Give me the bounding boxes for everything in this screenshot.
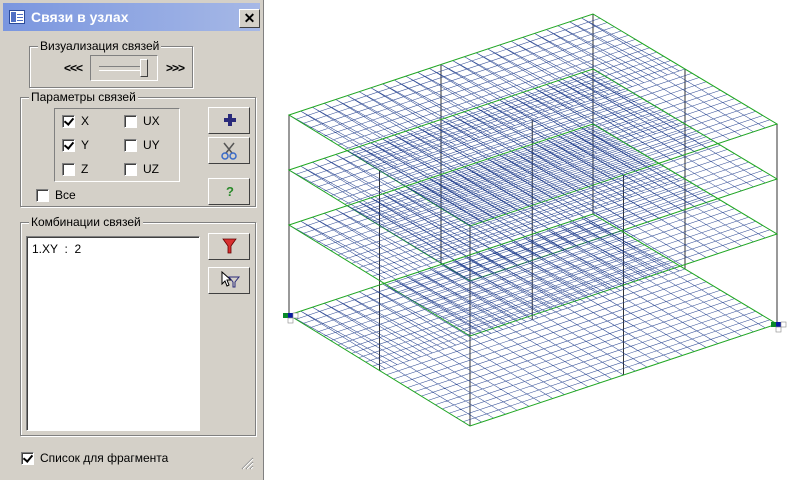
resize-grip-icon[interactable] [240, 456, 254, 470]
checkbox-ux[interactable]: UX [124, 114, 160, 128]
support-marker-left [287, 317, 294, 324]
select-filter-button[interactable] [208, 267, 250, 294]
support-marker-right [771, 322, 776, 327]
plus-icon [224, 114, 236, 126]
checkbox-uz[interactable]: UZ [124, 162, 159, 176]
filter-icon [222, 238, 237, 254]
window-title: Связи в узлах [31, 9, 129, 25]
add-bond-button[interactable] [208, 107, 250, 134]
checkbox-uz-box[interactable] [124, 162, 137, 176]
cursor-filter-icon [221, 270, 241, 288]
help-icon: ? [226, 184, 234, 199]
floor-slab-mesh [288, 213, 778, 427]
checkbox-z-label: Z [81, 162, 89, 176]
support-marker-left [283, 313, 288, 318]
support-marker-right [776, 322, 781, 327]
scissors-icon [221, 142, 237, 160]
combinations-legend: Комбинации связей [29, 215, 143, 229]
bonds-panel: Связи в узлах ✕ Визуализация связей <<< … [0, 0, 264, 480]
checkbox-all-label: Все [55, 188, 76, 202]
params-legend: Параметры связей [29, 90, 138, 104]
checkbox-x[interactable]: X [62, 114, 89, 128]
support-marker-right [775, 326, 782, 333]
window-icon [9, 10, 25, 24]
combinations-list[interactable]: 1.XY : 2 [26, 236, 200, 431]
support-marker-left [288, 313, 293, 318]
help-button[interactable]: ? [208, 178, 250, 205]
checkbox-x-box[interactable] [62, 114, 75, 128]
checkbox-uy-label: UY [143, 138, 160, 152]
svg-text:?: ? [226, 184, 234, 199]
list-item[interactable]: 1.XY : 2 [32, 242, 81, 256]
slider-left-label: <<< [64, 61, 83, 75]
visualization-legend: Визуализация связей [38, 39, 162, 53]
close-button[interactable]: ✕ [239, 9, 260, 28]
checkbox-y-box[interactable] [62, 138, 75, 152]
checkbox-ux-label: UX [143, 114, 160, 128]
slider-right-label: >>> [166, 61, 185, 75]
checkbox-uy-box[interactable] [124, 138, 137, 152]
slider-thumb[interactable] [140, 59, 148, 77]
model-viewport[interactable] [265, 0, 795, 480]
fragment-checkbox-box[interactable] [21, 451, 34, 465]
checkbox-z-box[interactable] [62, 162, 75, 176]
checkbox-all-box[interactable] [36, 188, 49, 202]
visualization-slider[interactable] [90, 55, 158, 81]
checkbox-y-label: Y [81, 138, 90, 152]
checkbox-x-label: X [81, 114, 90, 128]
checkbox-uz-label: UZ [143, 162, 159, 176]
checkbox-uy[interactable]: UY [124, 138, 160, 152]
filter-button[interactable] [208, 233, 250, 260]
checkbox-y[interactable]: Y [62, 138, 89, 152]
checkbox-ux-box[interactable] [124, 114, 137, 128]
fragment-checkbox-label: Список для фрагмента [40, 451, 169, 465]
cut-bond-button[interactable] [208, 137, 250, 164]
checkbox-all[interactable]: Все [36, 188, 76, 202]
support-marker-right [780, 321, 787, 328]
support-marker-left [292, 312, 299, 319]
checkbox-z[interactable]: Z [62, 162, 88, 176]
title-bar[interactable]: Связи в узлах ✕ [3, 3, 260, 31]
structure-model [283, 13, 787, 427]
fragment-checkbox[interactable]: Список для фрагмента [21, 451, 168, 465]
